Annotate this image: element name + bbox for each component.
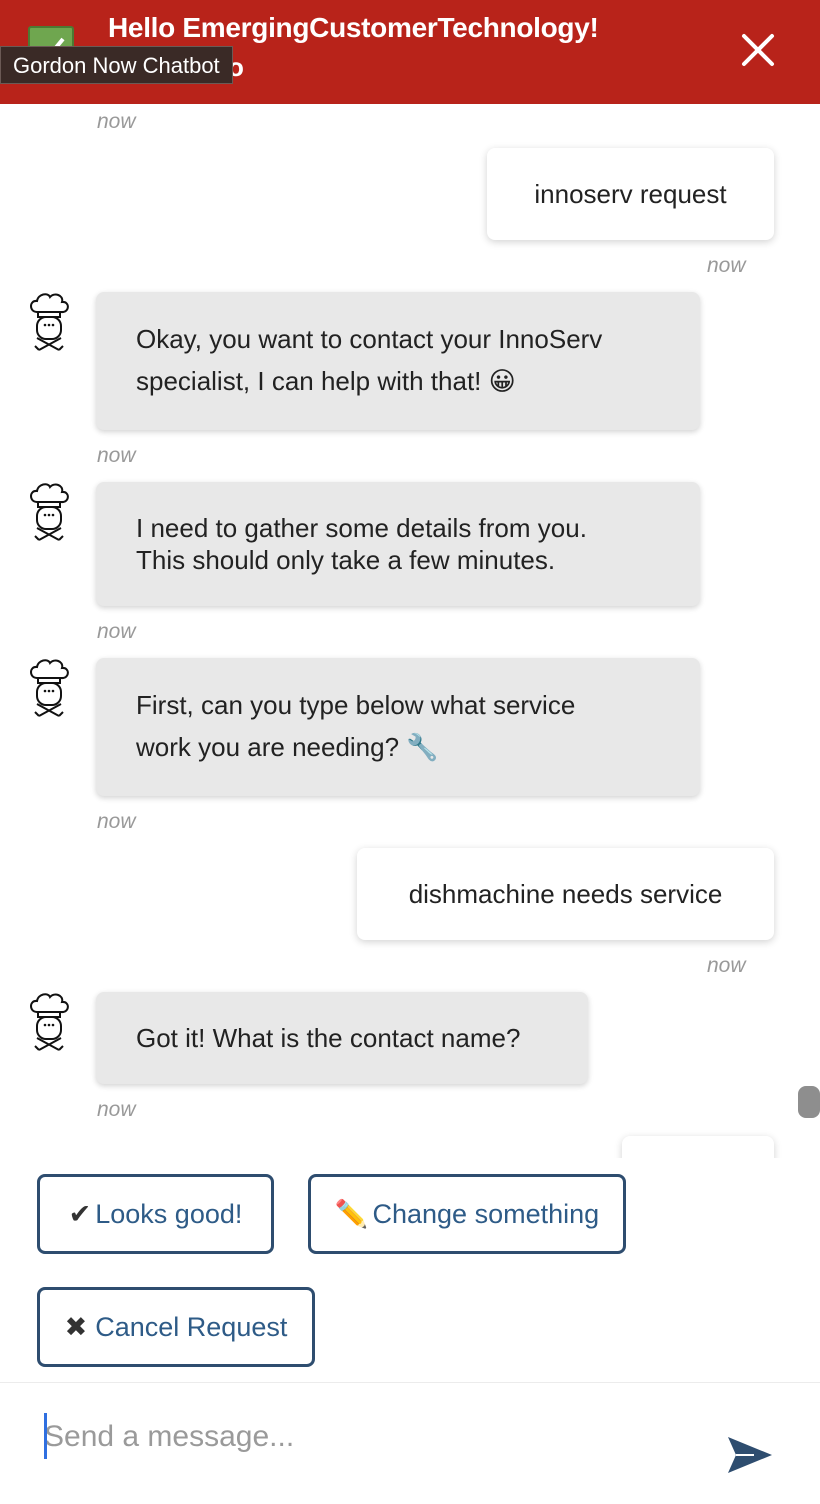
bot-message: Got it! What is the contact name? — [96, 992, 588, 1084]
chatbot-name-tooltip: Gordon Now Chatbot — [0, 46, 233, 84]
message-timestamp: now — [97, 444, 136, 467]
checkmark-icon: ✔ — [68, 1198, 92, 1230]
button-label: Change something — [372, 1198, 600, 1229]
message-timestamp: now — [97, 620, 136, 643]
message-text-line: This should only take a few minutes. — [136, 545, 556, 575]
message-timestamp: now — [707, 954, 746, 977]
button-label: Cancel Request — [95, 1311, 288, 1342]
message-text-line: First, can you type below what service — [136, 690, 576, 720]
message-list[interactable]: now innoserv request now Okay, you want … — [0, 104, 820, 1158]
message-timestamp: now — [97, 110, 136, 133]
bot-message: Okay, you want to contact your InnoServ … — [96, 292, 700, 430]
send-icon[interactable] — [726, 1435, 774, 1475]
message-text-line: specialist, I can help with that! — [136, 366, 482, 396]
chef-avatar-icon — [30, 483, 69, 541]
looks-good-button[interactable]: ✔ Looks good! — [37, 1174, 274, 1254]
user-message: innoserv request — [487, 148, 774, 240]
chef-avatar-icon — [30, 293, 69, 351]
text-caret — [44, 1413, 47, 1459]
quick-reply-area: ✔ Looks good! ✏️ Change something ✖ Canc… — [0, 1158, 820, 1382]
bot-message: I need to gather some details from you. … — [96, 482, 700, 606]
grinning-face-emoji: 😀 — [488, 367, 516, 397]
cross-icon: ✖ — [64, 1311, 88, 1343]
message-text-line: Okay, you want to contact your InnoServ — [136, 324, 603, 354]
user-message-partial — [622, 1136, 774, 1158]
message-text-line: I need to gather some details from you. — [136, 513, 587, 543]
message-text: Got it! What is the contact name? — [136, 1023, 521, 1053]
message-timestamp: now — [707, 254, 746, 277]
message-text-line: work you are needing? — [136, 732, 400, 762]
message-timestamp: now — [97, 810, 136, 833]
message-timestamp: now — [97, 1098, 136, 1121]
chef-avatar-icon — [30, 659, 69, 717]
message-text: dishmachine needs service — [408, 879, 723, 909]
pencil-icon: ✏️ — [334, 1199, 369, 1230]
message-text: innoserv request — [534, 179, 727, 209]
wrench-emoji: 🔧 — [406, 733, 439, 763]
cancel-request-button[interactable]: ✖ Cancel Request — [37, 1287, 315, 1367]
chef-avatar-icon — [30, 993, 69, 1051]
header-title: Hello EmergingCustomerTechnology! — [108, 12, 599, 43]
close-icon[interactable] — [736, 28, 780, 72]
scrollbar-thumb[interactable] — [798, 1086, 820, 1118]
button-label: Looks good! — [95, 1198, 243, 1229]
user-message: dishmachine needs service — [357, 848, 774, 940]
bot-message: First, can you type below what service w… — [96, 658, 700, 796]
message-input[interactable] — [44, 1411, 694, 1463]
change-something-button[interactable]: ✏️ Change something — [308, 1174, 626, 1254]
message-composer — [0, 1382, 820, 1504]
